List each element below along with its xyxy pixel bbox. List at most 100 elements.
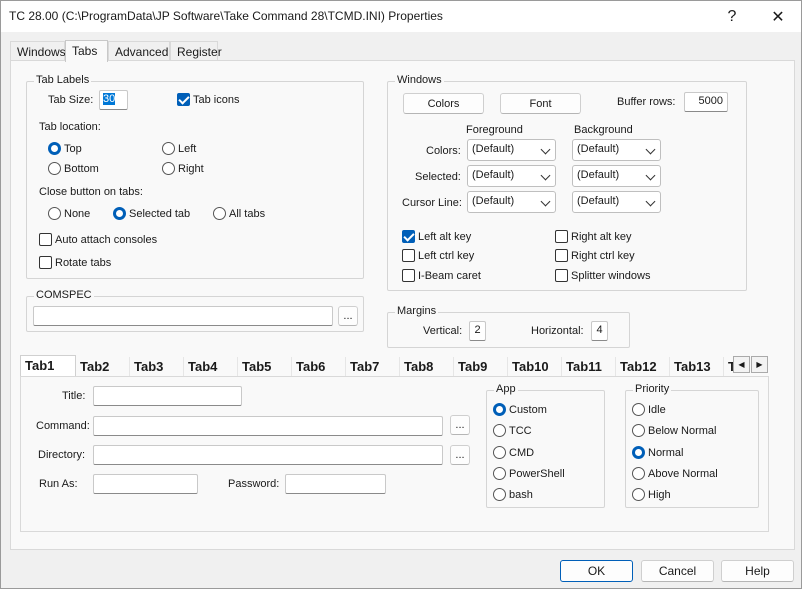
ibeam-label: I-Beam caret	[418, 270, 481, 282]
location-top-radio[interactable]	[48, 142, 61, 155]
colors-foreground-select[interactable]: (Default)	[467, 139, 556, 161]
priority-below-normal-radio[interactable]	[632, 424, 645, 437]
app-cmd-radio[interactable]	[493, 446, 506, 459]
foreground-header: Foreground	[466, 124, 523, 136]
tab-labels-group: Tab Labels	[26, 74, 364, 279]
directory-input[interactable]	[93, 445, 443, 465]
splitter-label: Splitter windows	[571, 270, 651, 282]
app-powershell-radio[interactable]	[493, 467, 506, 480]
colors-background-select[interactable]: (Default)	[572, 139, 661, 161]
location-bottom-radio[interactable]	[48, 162, 61, 175]
vertical-label: Vertical:	[423, 325, 463, 337]
priority-above-normal-radio[interactable]	[632, 467, 645, 480]
subtab-8[interactable]: Tab8	[400, 357, 454, 377]
subtab-7[interactable]: Tab7	[346, 357, 400, 377]
title-label: Title:	[62, 390, 86, 402]
font-button[interactable]: Font	[500, 93, 581, 114]
command-input[interactable]	[93, 416, 443, 436]
comspec-browse-button[interactable]: ...	[338, 306, 358, 326]
help-button[interactable]: Help	[721, 560, 794, 582]
right-ctrl-checkbox[interactable]	[555, 249, 568, 262]
selected-foreground-select[interactable]: (Default)	[467, 165, 556, 187]
splitter-checkbox[interactable]	[555, 269, 568, 282]
subtab-12[interactable]: Tab12	[616, 357, 670, 377]
window-title: TC 28.00 (C:\ProgramData\JP Software\Tak…	[9, 9, 443, 23]
priority-group: Priority	[625, 383, 759, 508]
close-none-label: None	[64, 208, 91, 220]
tab-advanced[interactable]: Advanced	[108, 41, 170, 61]
close-selected-radio[interactable]	[113, 207, 126, 220]
title-input[interactable]	[93, 386, 242, 406]
tab-tabs[interactable]: Tabs	[65, 40, 108, 62]
selected-background-select[interactable]: (Default)	[572, 165, 661, 187]
select-value: (Default)	[472, 143, 515, 155]
properties-dialog: TC 28.00 (C:\ProgramData\JP Software\Tak…	[0, 0, 802, 589]
app-powershell-label: PowerShell	[509, 468, 565, 480]
subtab-10[interactable]: Tab10	[508, 357, 562, 377]
tab-register[interactable]: Register	[170, 41, 222, 61]
colors-button[interactable]: Colors	[403, 93, 484, 114]
title-bar: TC 28.00 (C:\ProgramData\JP Software\Tak…	[1, 1, 801, 32]
app-cmd-label: CMD	[509, 447, 535, 459]
rotate-tabs-label: Rotate tabs	[55, 257, 112, 269]
help-icon[interactable]: ?	[709, 1, 755, 32]
tab-size-value: 30	[103, 93, 116, 105]
subtab-2[interactable]: Tab2	[76, 357, 130, 377]
horizontal-input[interactable]: 4	[591, 321, 608, 341]
tab-size-input[interactable]: 30	[99, 90, 128, 110]
app-custom-radio[interactable]	[493, 403, 506, 416]
auto-attach-label: Auto attach consoles	[55, 234, 158, 246]
location-right-radio[interactable]	[162, 162, 175, 175]
chevron-down-icon	[540, 196, 551, 207]
command-browse-button[interactable]: ...	[450, 415, 470, 435]
right-alt-checkbox[interactable]	[555, 230, 568, 243]
comspec-input[interactable]	[33, 306, 333, 326]
ibeam-checkbox[interactable]	[402, 269, 415, 282]
vertical-input[interactable]: 2	[469, 321, 486, 341]
subtab-3[interactable]: Tab3	[130, 357, 184, 377]
selected-row-label: Selected:	[415, 171, 461, 183]
chevron-down-icon	[645, 170, 656, 181]
priority-idle-radio[interactable]	[632, 403, 645, 416]
rotate-tabs-checkbox[interactable]	[39, 256, 52, 269]
scroll-left-icon[interactable]: ◀	[733, 356, 750, 373]
subtab-6[interactable]: Tab6	[292, 357, 346, 377]
group-label: COMSPEC	[34, 289, 94, 301]
close-none-radio[interactable]	[48, 207, 61, 220]
subtab-5[interactable]: Tab5	[238, 357, 292, 377]
cancel-button[interactable]: Cancel	[641, 560, 714, 582]
priority-normal-radio[interactable]	[632, 446, 645, 459]
ok-button[interactable]: OK	[560, 560, 633, 582]
location-left-radio[interactable]	[162, 142, 175, 155]
tab-windows[interactable]: Windows	[10, 41, 66, 61]
buffer-rows-input[interactable]: 5000	[684, 92, 728, 112]
left-alt-checkbox[interactable]	[402, 230, 415, 243]
group-label: Margins	[395, 305, 439, 317]
left-ctrl-label: Left ctrl key	[418, 250, 475, 262]
left-ctrl-checkbox[interactable]	[402, 249, 415, 262]
subtab-11[interactable]: Tab11	[562, 357, 616, 377]
directory-browse-button[interactable]: ...	[450, 445, 470, 465]
subtab-4[interactable]: Tab4	[184, 357, 238, 377]
cursor-line-foreground-select[interactable]: (Default)	[467, 191, 556, 213]
scroll-right-icon[interactable]: ▶	[751, 356, 768, 373]
subtab-1[interactable]: Tab1	[20, 355, 76, 376]
app-tcc-radio[interactable]	[493, 424, 506, 437]
subtab-13[interactable]: Tab13	[670, 357, 724, 377]
close-all-radio[interactable]	[213, 207, 226, 220]
tab-icons-label: Tab icons	[193, 94, 240, 106]
auto-attach-checkbox[interactable]	[39, 233, 52, 246]
directory-label: Directory:	[38, 449, 86, 461]
tab-icons-checkbox[interactable]	[177, 93, 190, 106]
runas-input[interactable]	[93, 474, 198, 494]
password-input[interactable]	[285, 474, 386, 494]
location-right-label: Right	[178, 163, 204, 175]
close-button-label: Close button on tabs:	[39, 186, 143, 198]
cursor-line-background-select[interactable]: (Default)	[572, 191, 661, 213]
priority-high-radio[interactable]	[632, 488, 645, 501]
subtab-9[interactable]: Tab9	[454, 357, 508, 377]
app-bash-radio[interactable]	[493, 488, 506, 501]
app-bash-label: bash	[509, 489, 533, 501]
close-icon[interactable]: ✕	[755, 1, 801, 32]
select-value: (Default)	[472, 169, 515, 181]
